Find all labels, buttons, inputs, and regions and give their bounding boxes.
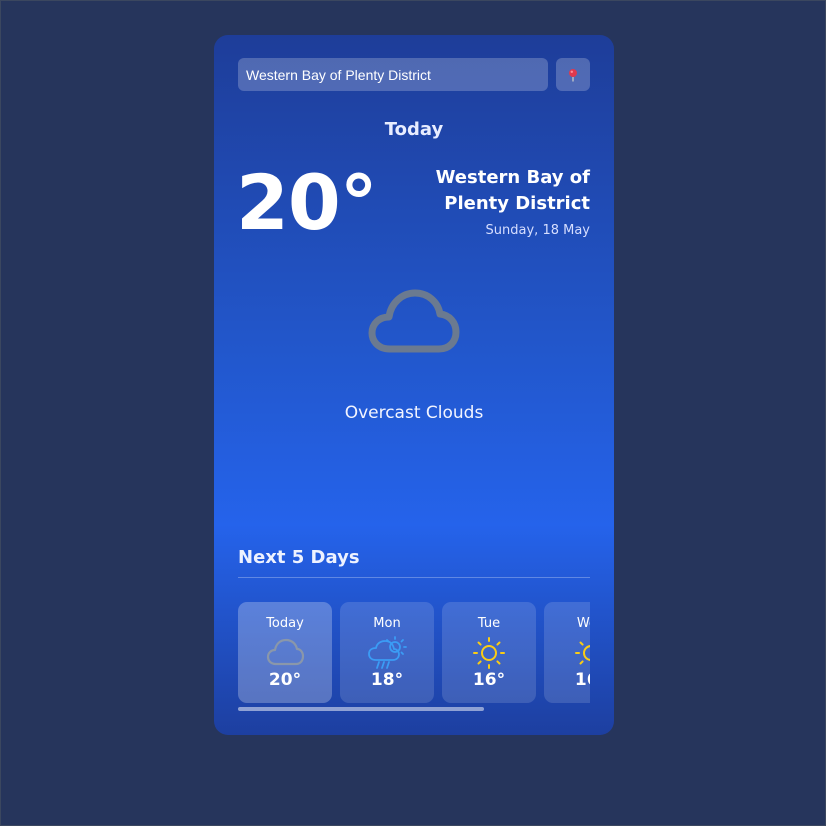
search-bar xyxy=(238,58,590,91)
sun-icon xyxy=(473,637,505,669)
forecast-day-name: Mon xyxy=(373,616,401,631)
forecast-list[interactable]: Today 20° Mon 18° Tue 16° W 1 xyxy=(238,602,590,703)
forecast-day-temp: 16° xyxy=(574,670,590,690)
current-location-button[interactable] xyxy=(556,58,590,91)
cloud-icon xyxy=(266,638,305,666)
forecast-day-temp: 20° xyxy=(268,670,302,690)
forecast-day-card[interactable]: Today 20° xyxy=(238,602,332,703)
weather-condition: Overcast Clouds xyxy=(344,403,484,423)
scrollbar-thumb[interactable] xyxy=(238,707,484,711)
forecast-scrollbar[interactable] xyxy=(238,707,590,711)
forecast-day-temp: 18° xyxy=(370,670,404,690)
forecast-day-name: Today xyxy=(266,616,304,631)
forecast-day-card[interactable]: Tue 16° xyxy=(442,602,536,703)
forecast-day-card[interactable]: Mon 18° xyxy=(340,602,434,703)
forecast-day-temp: 16° xyxy=(472,670,506,690)
forecast-day-name: Tue xyxy=(477,616,501,631)
forecast-day-name: Wed xyxy=(576,616,590,631)
rain-sun-icon xyxy=(368,636,407,669)
location-search-input[interactable] xyxy=(238,58,548,91)
cloud-icon xyxy=(368,289,460,353)
weather-card: Today 20° Western Bay of Plenty District… xyxy=(214,35,614,735)
current-temperature: 20° xyxy=(236,158,378,247)
location-block: Western Bay of Plenty District Sunday, 1… xyxy=(390,165,590,238)
sun-icon xyxy=(575,641,590,665)
forecast-day-card[interactable]: Wed 16° xyxy=(544,602,590,703)
current-date: Sunday, 18 May xyxy=(485,223,590,238)
city-name: Western Bay of Plenty District xyxy=(435,167,590,214)
current-day-label: Today xyxy=(384,119,444,140)
forecast-title: Next 5 Days xyxy=(238,547,360,568)
divider xyxy=(238,577,590,578)
map-pin-icon xyxy=(569,68,577,81)
